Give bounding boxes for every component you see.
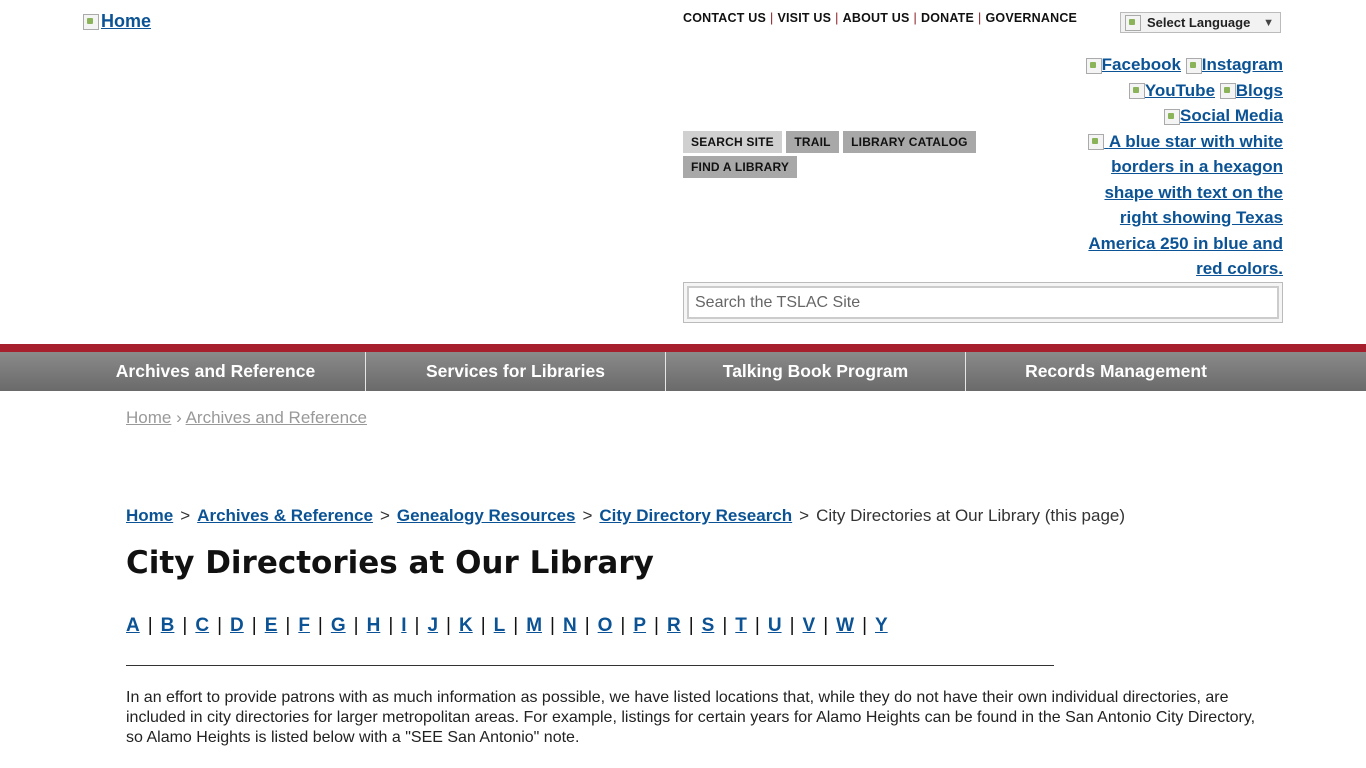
texas-250-link[interactable]: A blue star with white borders in a hexa…	[1088, 132, 1283, 278]
alphabet-link-j[interactable]: J	[427, 615, 438, 636]
alphabet-link-v[interactable]: V	[803, 615, 816, 636]
alphabet-link-h[interactable]: H	[367, 615, 381, 636]
nav-services-for-libraries[interactable]: Services for Libraries	[366, 352, 666, 391]
donate-link[interactable]: DONATE	[921, 11, 974, 25]
tab-trail[interactable]: TRAIL	[786, 131, 839, 153]
alphabet-link-e[interactable]: E	[265, 615, 278, 636]
alphabet-separator: |	[414, 615, 420, 636]
breadcrumb-current: City Directories at Our Library (this pa…	[816, 506, 1126, 525]
alphabet-index: A | B | C | D | E | F | G | H | I | J | K | L | M | N | O | P | R | S | T | U |…	[126, 615, 888, 637]
alphabet-separator: |	[823, 615, 829, 636]
nav-talking-book-program[interactable]: Talking Book Program	[666, 352, 966, 391]
alphabet-link-m[interactable]: M	[526, 615, 542, 636]
alphabet-link-a[interactable]: A	[126, 615, 140, 636]
tab-find-a-library[interactable]: FIND A LIBRARY	[683, 156, 798, 178]
social-links: Facebook Instagram YouTube Blogs Social …	[1063, 52, 1283, 282]
blogs-link[interactable]: Blogs	[1219, 81, 1283, 100]
alphabet-separator: |	[285, 615, 291, 636]
alphabet-link-b[interactable]: B	[161, 615, 175, 636]
search-input[interactable]	[687, 286, 1279, 319]
alphabet-link-d[interactable]: D	[230, 615, 244, 636]
alphabet-separator: |	[862, 615, 867, 636]
about-us-link[interactable]: ABOUT US	[843, 11, 910, 25]
facebook-icon	[1085, 57, 1102, 74]
nav-archives-and-reference[interactable]: Archives and Reference	[66, 352, 366, 391]
alphabet-separator: |	[446, 615, 451, 636]
breadcrumb-genealogy-resources[interactable]: Genealogy Resources	[397, 506, 576, 525]
brand-red-bar	[0, 344, 1366, 352]
alphabet-separator: |	[584, 615, 590, 636]
breadcrumb-archives-reference[interactable]: Archives & Reference	[197, 506, 373, 525]
alphabet-link-t[interactable]: T	[735, 615, 747, 636]
alphabet-separator: |	[620, 615, 626, 636]
broken-image-icon	[83, 13, 99, 30]
home-logo-alt: Home	[101, 11, 152, 31]
instagram-icon	[1185, 57, 1202, 74]
instagram-link[interactable]: Instagram	[1185, 55, 1283, 74]
facebook-link[interactable]: Facebook	[1085, 55, 1181, 74]
contact-us-link[interactable]: CONTACT US	[683, 11, 766, 25]
main-nav: Archives and Reference Services for Libr…	[0, 352, 1366, 391]
google-translate-icon	[1125, 14, 1141, 31]
alphabet-separator: |	[688, 615, 694, 636]
language-select-label: Select Language	[1147, 15, 1251, 30]
breadcrumb-city-directory-research[interactable]: City Directory Research	[599, 506, 792, 525]
alphabet-link-c[interactable]: C	[195, 615, 209, 636]
divider	[126, 665, 1054, 666]
alphabet-link-w[interactable]: W	[836, 615, 854, 636]
alphabet-separator: |	[251, 615, 257, 636]
alphabet-link-l[interactable]: L	[494, 615, 506, 636]
nav-records-management[interactable]: Records Management	[966, 352, 1266, 391]
alphabet-separator: |	[182, 615, 188, 636]
alphabet-separator: |	[722, 615, 728, 636]
alphabet-separator: |	[480, 615, 486, 636]
alphabet-separator: |	[147, 615, 153, 636]
alphabet-link-i[interactable]: I	[401, 615, 406, 636]
alphabet-separator: |	[789, 615, 795, 636]
intro-paragraph: In an effort to provide patrons with as …	[126, 689, 1256, 746]
alphabet-link-f[interactable]: F	[298, 615, 310, 636]
breadcrumb-top-home[interactable]: Home	[126, 408, 171, 427]
alphabet-separator: |	[513, 615, 519, 636]
alphabet-link-k[interactable]: K	[459, 615, 473, 636]
social-media-icon	[1164, 108, 1181, 125]
youtube-icon	[1128, 83, 1145, 100]
alphabet-link-o[interactable]: O	[598, 615, 613, 636]
dropdown-arrow-icon: ▼	[1263, 16, 1274, 29]
alphabet-link-y[interactable]: Y	[875, 615, 888, 636]
alphabet-separator: |	[353, 615, 359, 636]
alphabet-separator: |	[754, 615, 760, 636]
alphabet-separator: |	[217, 615, 223, 636]
texas-250-icon	[1088, 134, 1105, 151]
breadcrumb-top-archives[interactable]: Archives and Reference	[186, 408, 367, 427]
tab-search-site[interactable]: SEARCH SITE	[683, 131, 782, 153]
breadcrumb-top-separator: ›	[176, 408, 182, 427]
alphabet-link-u[interactable]: U	[768, 615, 782, 636]
alphabet-link-p[interactable]: P	[633, 615, 646, 636]
page-title: City Directories at Our Library	[126, 545, 654, 581]
social-media-link[interactable]: Social Media	[1164, 106, 1283, 125]
breadcrumb: Home > Archives & Reference > Genealogy Reso…	[126, 506, 1126, 525]
home-logo-link[interactable]: Home	[83, 11, 151, 32]
utility-nav: CONTACT US | VISIT US | ABOUT US | DONATE | GOVE…	[683, 11, 1078, 25]
alphabet-separator: |	[317, 615, 323, 636]
site-search-box	[683, 282, 1283, 323]
alphabet-link-r[interactable]: R	[667, 615, 681, 636]
youtube-link[interactable]: YouTube	[1128, 81, 1215, 100]
tab-library-catalog[interactable]: LIBRARY CATALOG	[843, 131, 976, 153]
breadcrumb-top: Home › Archives and Reference	[126, 408, 367, 428]
alphabet-link-s[interactable]: S	[702, 615, 715, 636]
alphabet-link-g[interactable]: G	[331, 615, 346, 636]
alphabet-separator: |	[550, 615, 555, 636]
visit-us-link[interactable]: VISIT US	[777, 11, 831, 25]
language-select[interactable]: Select Language ▼	[1120, 12, 1281, 33]
governance-link[interactable]: GOVERNANCE	[985, 11, 1077, 25]
alphabet-link-n[interactable]: N	[563, 615, 577, 636]
alphabet-separator: |	[388, 615, 394, 636]
alphabet-separator: |	[654, 615, 659, 636]
breadcrumb-home[interactable]: Home	[126, 506, 173, 525]
blogs-icon	[1219, 83, 1236, 100]
search-tabs: SEARCH SITE TRAIL LIBRARY CATALOG FIND A…	[683, 131, 983, 181]
